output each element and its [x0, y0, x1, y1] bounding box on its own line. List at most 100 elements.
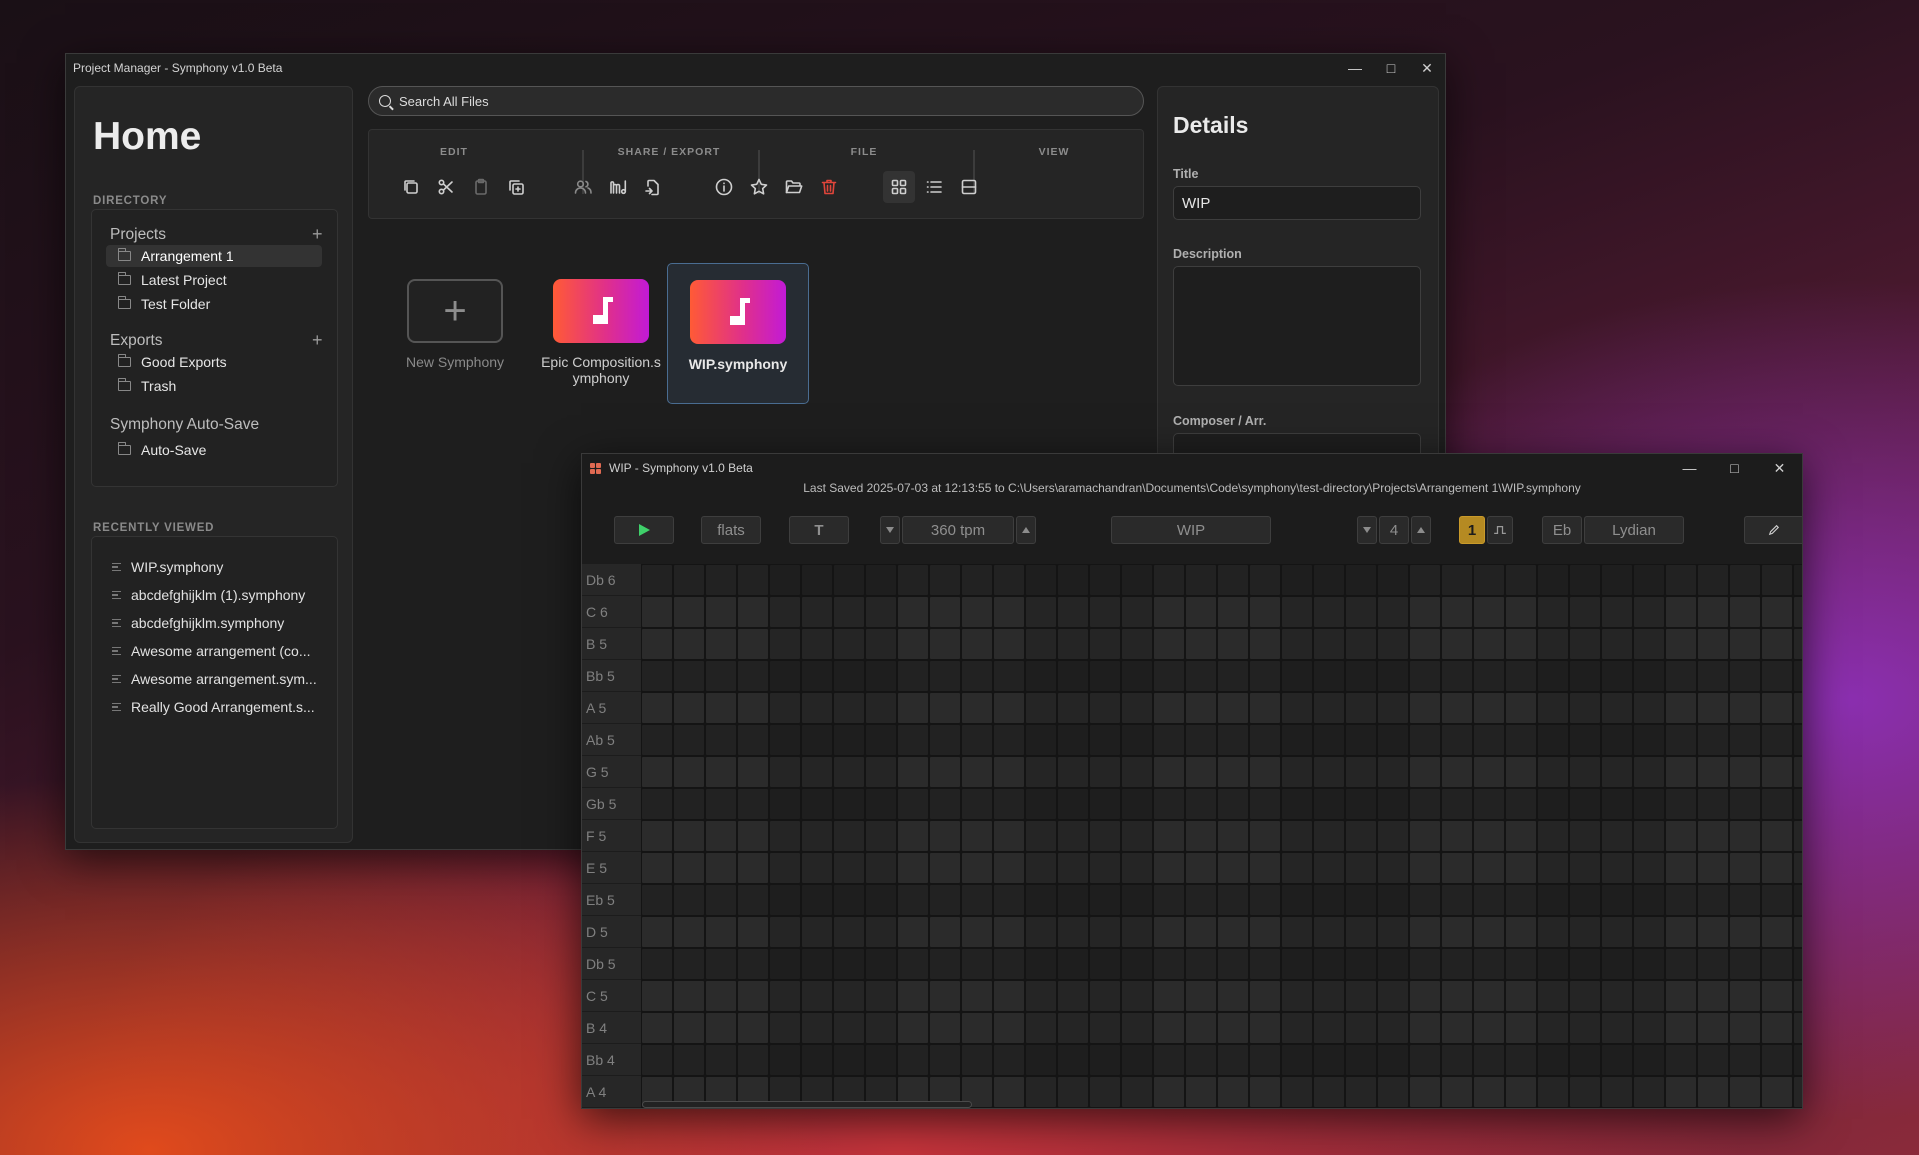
grid-cell[interactable] — [994, 725, 1024, 755]
grid-cell[interactable] — [1186, 1077, 1216, 1107]
grid-cell[interactable] — [994, 565, 1024, 595]
grid-cell[interactable] — [1698, 661, 1728, 691]
grid-cell[interactable] — [1666, 853, 1696, 883]
grid-cell[interactable] — [1090, 821, 1120, 851]
grid-cell[interactable] — [1058, 789, 1088, 819]
grid-cell[interactable] — [802, 885, 832, 915]
grid-cell[interactable] — [1474, 597, 1504, 627]
grid-cell[interactable] — [898, 629, 928, 659]
grid-cell[interactable] — [1794, 693, 1803, 723]
grid-cell[interactable] — [1410, 1045, 1440, 1075]
grid-cell[interactable] — [1602, 821, 1632, 851]
grid-cell[interactable] — [1154, 853, 1184, 883]
grid-cell[interactable] — [866, 597, 896, 627]
grid-cell[interactable] — [706, 565, 736, 595]
sidebar-item-good-exports[interactable]: Good Exports — [106, 351, 322, 373]
grid-cell[interactable] — [962, 981, 992, 1011]
grid-cell[interactable] — [1730, 821, 1760, 851]
grid-cell[interactable] — [1698, 629, 1728, 659]
grid-cell[interactable] — [1474, 1045, 1504, 1075]
grid-cell[interactable] — [866, 949, 896, 979]
grid-cell[interactable] — [1026, 693, 1056, 723]
grid-cell[interactable] — [834, 1045, 864, 1075]
grid-cell[interactable] — [1090, 1045, 1120, 1075]
tempo-field[interactable]: 360 tpm — [902, 516, 1014, 544]
grid-cell[interactable] — [994, 661, 1024, 691]
grid-cell[interactable] — [1634, 1013, 1664, 1043]
grid-cell[interactable] — [1314, 1013, 1344, 1043]
grid-cell[interactable] — [1506, 853, 1536, 883]
grid-cell[interactable] — [1762, 1013, 1792, 1043]
grid-cell[interactable] — [674, 725, 704, 755]
grid-cell[interactable] — [834, 853, 864, 883]
grid-cell[interactable] — [802, 917, 832, 947]
grid-cell[interactable] — [706, 1045, 736, 1075]
grid-cell[interactable] — [994, 949, 1024, 979]
grid-cell[interactable] — [1762, 757, 1792, 787]
grid-cell[interactable] — [1698, 981, 1728, 1011]
grid-cell[interactable] — [1474, 981, 1504, 1011]
grid-cell[interactable] — [1090, 693, 1120, 723]
grid-cell[interactable] — [1026, 661, 1056, 691]
grid-cell[interactable] — [1474, 661, 1504, 691]
grid-cell[interactable] — [642, 917, 672, 947]
grid-cell[interactable] — [674, 693, 704, 723]
grid-cell[interactable] — [1346, 725, 1376, 755]
grid-cell[interactable] — [1570, 1013, 1600, 1043]
grid-cell[interactable] — [930, 757, 960, 787]
grid-cell[interactable] — [898, 789, 928, 819]
grid-cell[interactable] — [1410, 949, 1440, 979]
grid-cell[interactable] — [706, 917, 736, 947]
grid-cell[interactable] — [834, 661, 864, 691]
grid-cell[interactable] — [674, 821, 704, 851]
grid-cell[interactable] — [1026, 629, 1056, 659]
grid-cell[interactable] — [1634, 789, 1664, 819]
grid-cell[interactable] — [674, 885, 704, 915]
grid-cell[interactable] — [930, 693, 960, 723]
grid-cell[interactable] — [1570, 693, 1600, 723]
grid-cell[interactable] — [1698, 757, 1728, 787]
grid-cell[interactable] — [1634, 949, 1664, 979]
grid-cell[interactable] — [1346, 853, 1376, 883]
grid-cell[interactable] — [1506, 693, 1536, 723]
grid-cell[interactable] — [898, 725, 928, 755]
grid-cell[interactable] — [1410, 917, 1440, 947]
grid-cell[interactable] — [1186, 917, 1216, 947]
grid-cell[interactable] — [1602, 789, 1632, 819]
grid-cell[interactable] — [1090, 1013, 1120, 1043]
grid-cell[interactable] — [1186, 981, 1216, 1011]
grid-cell[interactable] — [1634, 917, 1664, 947]
grid-cell[interactable] — [994, 757, 1024, 787]
grid-cell[interactable] — [866, 917, 896, 947]
grid-cell[interactable] — [834, 1013, 864, 1043]
grid-cell[interactable] — [1090, 661, 1120, 691]
grid-cell[interactable] — [1218, 1045, 1248, 1075]
grid-cell[interactable] — [1186, 757, 1216, 787]
grid-cell[interactable] — [1794, 1077, 1803, 1107]
grid-cell[interactable] — [1378, 725, 1408, 755]
grid-cell[interactable] — [1026, 821, 1056, 851]
grid-cell[interactable] — [1410, 821, 1440, 851]
grid-cell[interactable] — [1730, 757, 1760, 787]
grid-cell[interactable] — [1506, 1013, 1536, 1043]
grid-cell[interactable] — [642, 1013, 672, 1043]
grid-cell[interactable] — [1442, 853, 1472, 883]
grid-cell[interactable] — [1602, 917, 1632, 947]
grid-cell[interactable] — [1474, 821, 1504, 851]
grid-cell[interactable] — [1154, 917, 1184, 947]
grid-cell[interactable] — [1282, 565, 1312, 595]
grid-cell[interactable] — [962, 757, 992, 787]
grid-cell[interactable] — [802, 661, 832, 691]
grid-cell[interactable] — [866, 565, 896, 595]
grid-cell[interactable] — [1698, 597, 1728, 627]
grid-cell[interactable] — [1698, 853, 1728, 883]
grid-cell[interactable] — [738, 661, 768, 691]
grid-cell[interactable] — [1794, 661, 1803, 691]
grid-cell[interactable] — [1506, 629, 1536, 659]
grid-cell[interactable] — [1154, 565, 1184, 595]
grid-cell[interactable] — [1538, 885, 1568, 915]
grid-cell[interactable] — [994, 885, 1024, 915]
grid-cell[interactable] — [1730, 917, 1760, 947]
grid-cell[interactable] — [1314, 725, 1344, 755]
grid-cell[interactable] — [866, 725, 896, 755]
